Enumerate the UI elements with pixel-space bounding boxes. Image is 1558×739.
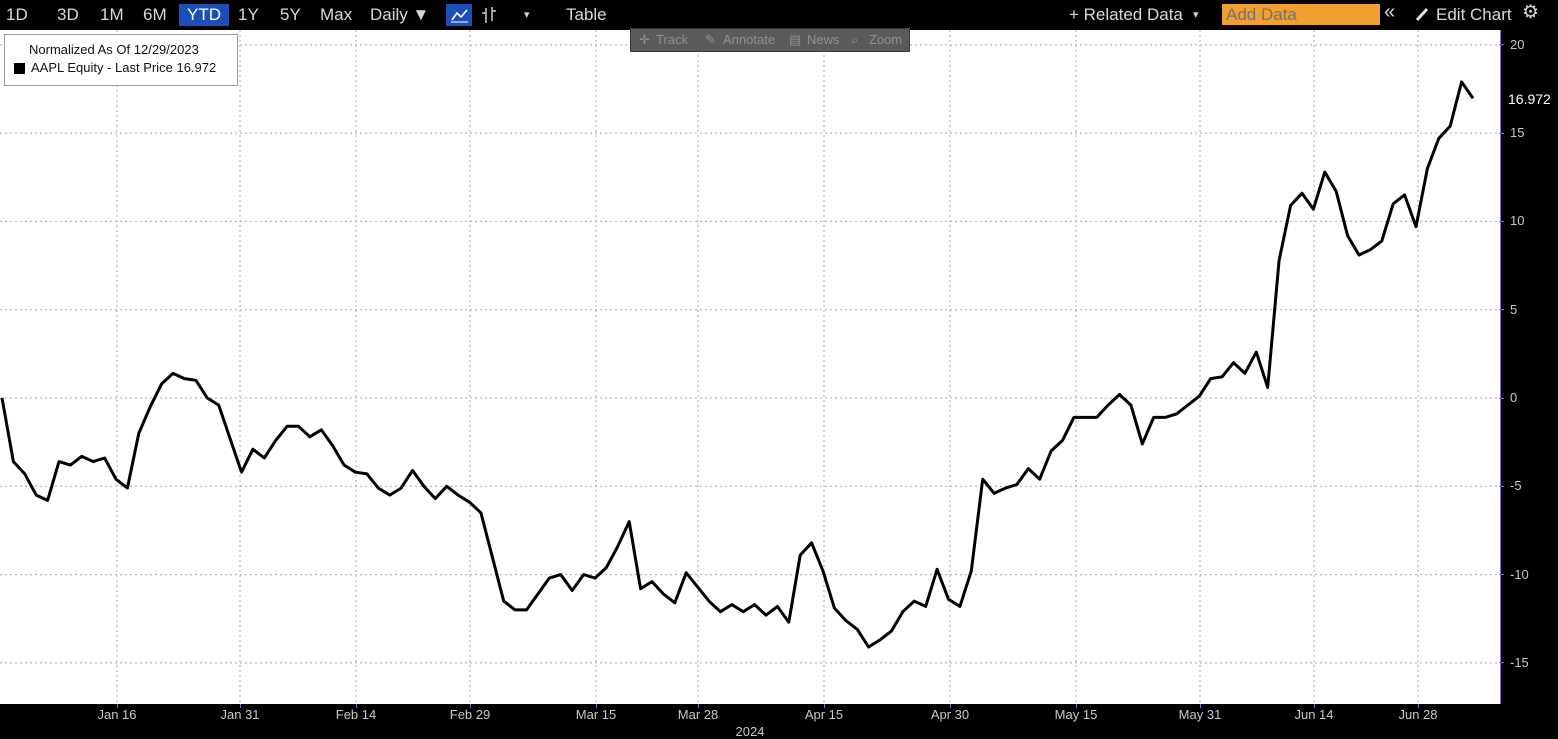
add-data-input[interactable]: [1222, 4, 1380, 25]
annotate-icon: ✎: [705, 32, 716, 47]
collapse-button[interactable]: «: [1384, 2, 1395, 22]
x-tick-label: Jun 28: [1398, 707, 1438, 722]
range-max-button[interactable]: Max: [320, 5, 352, 25]
x-tick-label: Jan 16: [97, 707, 137, 722]
x-tick-label: May 15: [1054, 707, 1098, 722]
zoom-button[interactable]: Zoom: [869, 31, 902, 49]
range-1d-button[interactable]: 1D: [6, 5, 28, 25]
chart-type-dropdown-icon[interactable]: ▾: [524, 5, 530, 25]
news-button[interactable]: News: [807, 31, 840, 49]
x-tick-label: Mar 28: [677, 707, 719, 722]
y-tick-label: 15: [1510, 125, 1525, 141]
y-axis-line: [1500, 30, 1501, 704]
ohlc-bar-icon: [482, 7, 496, 23]
x-tick-label: Jun 14: [1294, 707, 1334, 722]
range-6m-button[interactable]: 6M: [143, 5, 167, 25]
legend-entry: AAPL Equity - Last Price 16.972: [31, 60, 217, 75]
aapl-price-line: [0, 80, 1475, 649]
x-tick-label: Jan 31: [220, 707, 260, 722]
legend-title: Normalized As Of 12/29/2023: [29, 42, 199, 57]
x-tick-label: Apr 30: [930, 707, 970, 722]
line-chart-type-button[interactable]: [446, 4, 472, 26]
annotate-button[interactable]: Annotate: [723, 31, 775, 49]
related-data-dropdown-icon[interactable]: ▾: [1193, 5, 1199, 25]
frequency-dropdown[interactable]: Daily ▼: [370, 5, 429, 25]
y-tick-label: 20: [1510, 36, 1525, 52]
x-tick-label: May 31: [1178, 707, 1222, 722]
gear-icon[interactable]: ⚙: [1522, 3, 1539, 23]
y-tick-label: 10: [1510, 213, 1525, 229]
range-5y-button[interactable]: 5Y: [280, 5, 301, 25]
price-chart: [0, 30, 1500, 704]
x-tick-label: Feb 14: [335, 707, 377, 722]
vertical-gridlines: [116, 30, 1419, 704]
y-tick-label: -10: [1510, 566, 1529, 582]
last-price-label: 16.972: [1508, 91, 1551, 107]
range-3d-button[interactable]: 3D: [57, 5, 79, 25]
y-tick-label: 5: [1510, 301, 1518, 317]
chart-toolbar: 1D 3D 1M 6M YTD 1Y 5Y Max Daily ▼ ▾ Tabl…: [0, 0, 1558, 30]
x-axis-year-label: 2024: [735, 724, 765, 739]
chart-legend[interactable]: Normalized As Of 12/29/2023 AAPL Equity …: [4, 34, 238, 86]
range-1y-button[interactable]: 1Y: [238, 5, 259, 25]
legend-swatch: [14, 63, 25, 74]
track-button[interactable]: Track: [656, 31, 688, 49]
plot-area[interactable]: [0, 30, 1500, 704]
table-button[interactable]: Table: [566, 5, 607, 25]
y-tick-label: -15: [1510, 654, 1529, 670]
news-icon: ▤: [789, 32, 802, 47]
zoom-icon: ⌕: [851, 32, 859, 47]
range-ytd-button[interactable]: YTD: [179, 4, 229, 26]
horizontal-gridlines: [0, 44, 1500, 664]
y-tick-label: 0: [1510, 390, 1518, 405]
related-data-button[interactable]: + Related Data: [1069, 5, 1183, 25]
x-tick-label: Apr 15: [804, 707, 844, 722]
line-chart-icon: [451, 9, 468, 23]
range-1m-button[interactable]: 1M: [100, 5, 124, 25]
chart-mini-toolbar: ✛ Track ✎ Annotate ▤ News ⌕ Zoom: [630, 28, 910, 52]
x-tick-label: Mar 15: [575, 707, 617, 722]
y-tick-label: -5: [1510, 478, 1522, 494]
x-tick-label: Feb 29: [449, 707, 491, 722]
edit-chart-button[interactable]: Edit Chart: [1436, 5, 1512, 25]
bar-chart-type-button[interactable]: [478, 5, 502, 25]
pencil-icon: [1414, 5, 1430, 25]
track-icon: ✛: [639, 32, 650, 47]
